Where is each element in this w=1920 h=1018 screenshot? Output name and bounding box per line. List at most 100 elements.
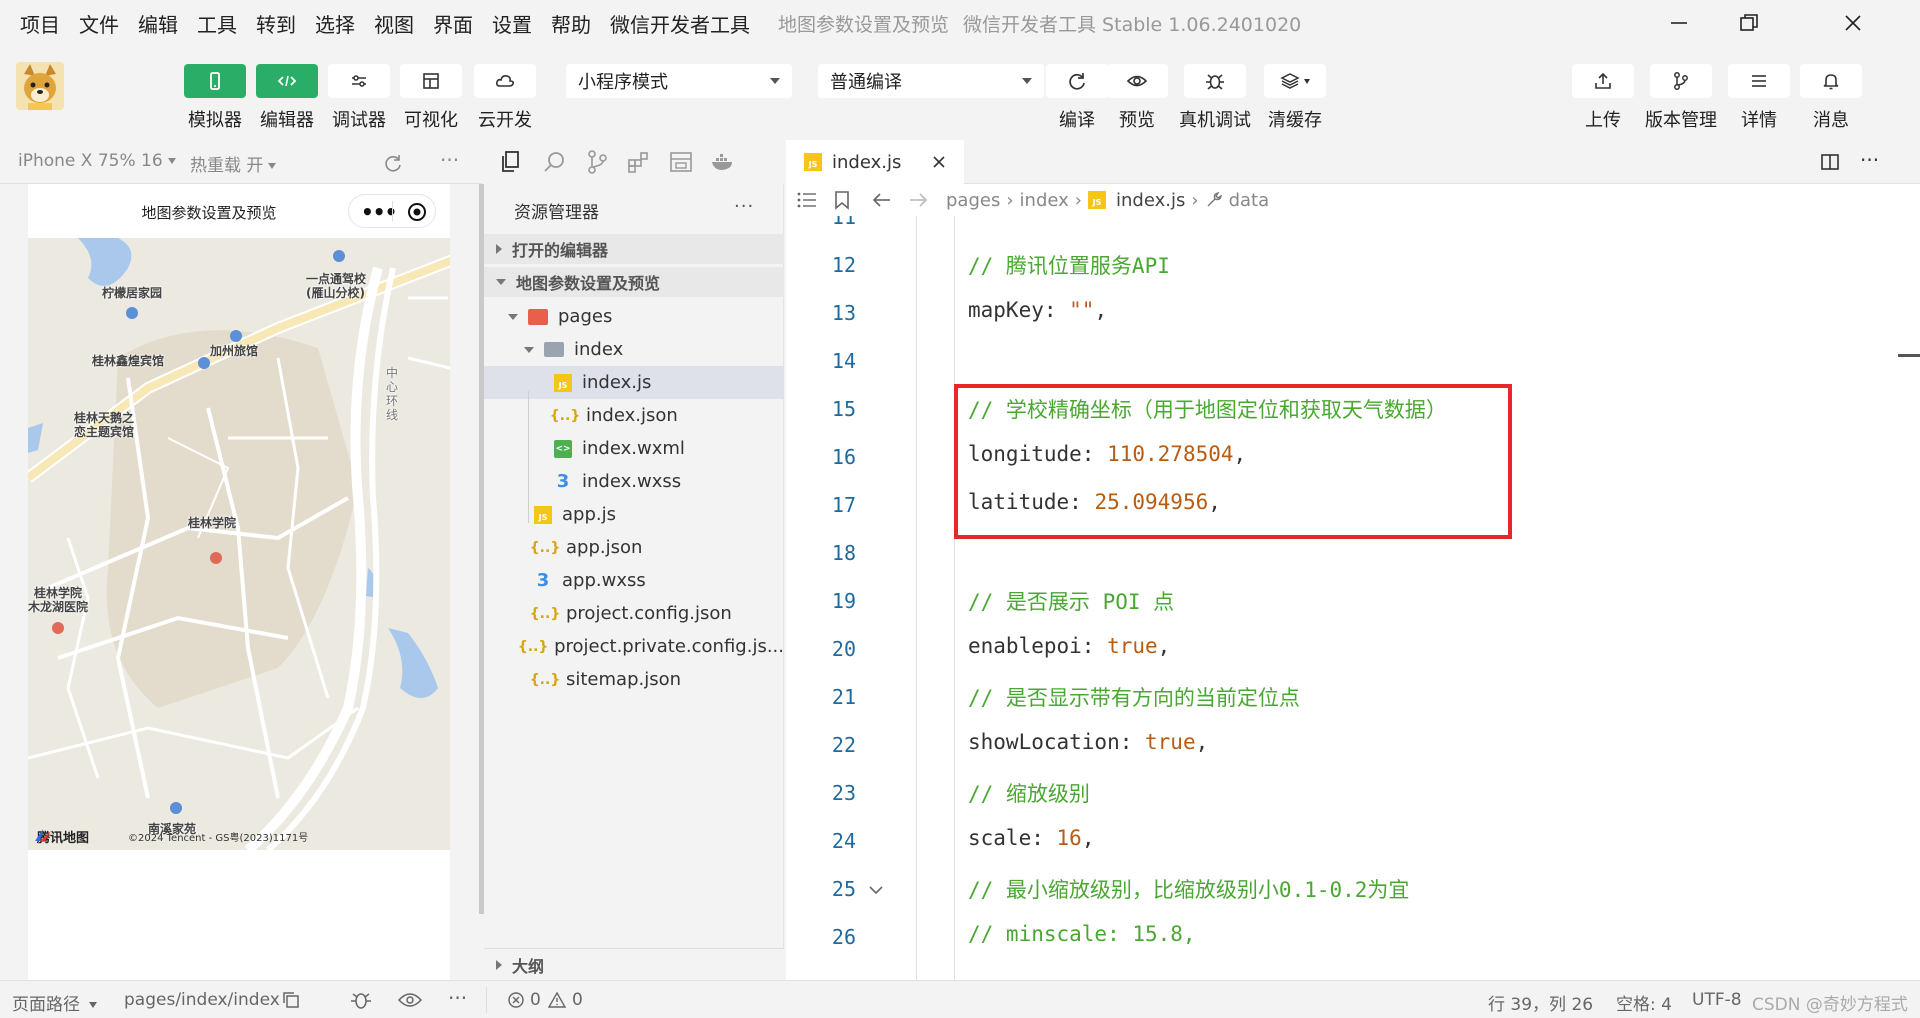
tree-item[interactable]: 3 app.wxss: [484, 564, 784, 597]
menu-item[interactable]: 文件: [79, 9, 119, 38]
toolbar-button-menu[interactable]: [1728, 64, 1790, 98]
encoding[interactable]: UTF-8: [1692, 990, 1742, 1010]
outline-section[interactable]: 大纲: [484, 948, 784, 980]
toolbar-button-cloud[interactable]: [474, 64, 536, 98]
tree-item[interactable]: pages: [484, 300, 784, 333]
tree-item[interactable]: {..} project.private.config.js...: [484, 630, 784, 663]
cloud-dev-icon[interactable]: [668, 149, 694, 175]
toolbar-button-sliders[interactable]: [328, 64, 390, 98]
files-icon[interactable]: [498, 149, 524, 175]
back-arrow-icon[interactable]: [872, 192, 892, 208]
avatar[interactable]: [16, 62, 64, 110]
bug-icon[interactable]: [350, 990, 372, 1010]
toolbar-button-refresh[interactable]: [1046, 64, 1108, 98]
page-path-select[interactable]: 页面路径: [12, 990, 98, 1015]
close-window-button[interactable]: [1818, 0, 1888, 46]
menu-item[interactable]: 项目: [20, 9, 60, 38]
tree-item[interactable]: {..} index.json: [484, 399, 784, 432]
breadcrumb-symbol[interactable]: data: [1229, 190, 1270, 211]
toolbar-button-bell[interactable]: [1800, 64, 1862, 98]
tree-item[interactable]: JS app.js: [484, 498, 784, 531]
error-icon[interactable]: [508, 992, 524, 1008]
toolbar-button-bug[interactable]: [1184, 64, 1246, 98]
capsule-close-icon[interactable]: [407, 202, 427, 222]
project-section[interactable]: 地图参数设置及预览: [484, 267, 784, 297]
explorer-more-icon[interactable]: ···: [734, 196, 754, 217]
menu-item[interactable]: 帮助: [551, 9, 591, 38]
editor-more-icon[interactable]: ···: [1860, 148, 1879, 172]
breadcrumb-pages[interactable]: pages: [946, 190, 1000, 211]
tree-item[interactable]: 3 index.wxss: [484, 465, 784, 498]
warning-icon[interactable]: [548, 991, 566, 1008]
map-poi-label[interactable]: 桂林学院: [34, 586, 82, 601]
more-icon[interactable]: ···: [440, 148, 459, 172]
tree-item[interactable]: index: [484, 333, 784, 366]
forward-arrow-icon[interactable]: [908, 192, 928, 208]
split-editor-icon[interactable]: [1820, 152, 1840, 172]
source-control-icon[interactable]: [584, 149, 610, 175]
toolbar-button-layers[interactable]: [1264, 64, 1326, 98]
more-icon[interactable]: ···: [448, 986, 467, 1010]
toolbar-button-phone[interactable]: [184, 64, 246, 98]
map-view[interactable]: 柠檬居家园 一点通驾校 (雁山分校) 加州旅馆桂林鑫煌宾馆桂林天鹅之 恋主题宾馆桂林学院…: [28, 238, 450, 850]
tree-item[interactable]: {..} sitemap.json: [484, 663, 784, 696]
tab-index-js[interactable]: JS index.js: [786, 140, 964, 184]
tree-item[interactable]: {..} app.json: [484, 531, 784, 564]
rotate-icon[interactable]: [382, 152, 404, 174]
toolbar-button-code[interactable]: [256, 64, 318, 98]
toolbar-button-branch[interactable]: [1650, 64, 1712, 98]
menu-item[interactable]: 设置: [492, 9, 532, 38]
map-poi-label[interactable]: 线: [386, 408, 398, 423]
list-icon[interactable]: [796, 191, 818, 209]
code-editor[interactable]: 11 12// 腾讯位置服务API 13 mapKey: "", 14 15// 学校精确…: [786, 216, 1920, 980]
cursor-position[interactable]: 行 39，列 26: [1488, 990, 1593, 1015]
map-poi-label[interactable]: 环: [386, 394, 398, 409]
map-poi-label[interactable]: 加州旅馆: [210, 344, 258, 359]
indentation[interactable]: 空格: 4: [1616, 990, 1672, 1015]
toolbar-button-eye[interactable]: [1106, 64, 1168, 98]
capsule-menu[interactable]: •••: [348, 194, 436, 228]
breadcrumb-file[interactable]: index.js: [1116, 190, 1185, 211]
bookmark-icon[interactable]: [834, 190, 850, 210]
menu-item[interactable]: 视图: [374, 9, 414, 38]
menu-item[interactable]: 转到: [256, 9, 296, 38]
tree-item[interactable]: {..} project.config.json: [484, 597, 784, 630]
open-editors-section[interactable]: 打开的编辑器: [484, 234, 784, 264]
warning-count[interactable]: 0: [572, 990, 583, 1010]
map-poi-label[interactable]: 柠檬居家园: [102, 286, 162, 301]
restore-button[interactable]: [1714, 0, 1784, 46]
menu-item[interactable]: 界面: [433, 9, 473, 38]
menu-item[interactable]: 编辑: [138, 9, 178, 38]
breadcrumb-index[interactable]: index: [1020, 190, 1069, 211]
map-poi-label[interactable]: 中: [386, 366, 398, 381]
mode-select-value: 小程序模式: [578, 72, 668, 93]
compile-select[interactable]: 普通编译: [818, 64, 1044, 98]
toolbar-button-upload[interactable]: [1572, 64, 1634, 98]
fold-chevron-icon[interactable]: [868, 884, 884, 896]
error-count[interactable]: 0: [530, 990, 541, 1010]
extensions-icon[interactable]: [626, 149, 652, 175]
close-tab-icon[interactable]: [932, 155, 946, 169]
menu-item[interactable]: 选择: [315, 9, 355, 38]
map-poi-label[interactable]: 一点通驾校: [306, 272, 366, 287]
minimize-button[interactable]: [1644, 0, 1714, 46]
map-poi-label[interactable]: 桂林学院: [188, 516, 236, 531]
device-select[interactable]: iPhone X 75% 16: [18, 151, 176, 171]
docker-icon[interactable]: [710, 149, 736, 175]
menu-item[interactable]: 工具: [197, 9, 237, 38]
tree-item[interactable]: JS index.js: [484, 366, 784, 399]
hot-reload-toggle[interactable]: 热重载 开: [190, 151, 277, 176]
eye-icon[interactable]: [398, 992, 422, 1008]
mode-select[interactable]: 小程序模式: [566, 64, 792, 98]
map-poi-label[interactable]: 恋主题宾馆: [74, 425, 134, 440]
menu-item[interactable]: 微信开发者工具: [610, 9, 750, 38]
map-poi-label[interactable]: 木龙湖医院: [28, 600, 88, 615]
tree-item[interactable]: <> index.wxml: [484, 432, 784, 465]
map-poi-label[interactable]: 桂林天鹅之: [74, 411, 134, 426]
search-icon[interactable]: [542, 149, 568, 175]
toolbar-button-layout[interactable]: [400, 64, 462, 98]
copy-icon[interactable]: [282, 991, 300, 1009]
map-poi-label[interactable]: 桂林鑫煌宾馆: [92, 354, 164, 369]
map-poi-label[interactable]: (雁山分校): [306, 286, 365, 301]
map-poi-label[interactable]: 心: [386, 380, 398, 395]
